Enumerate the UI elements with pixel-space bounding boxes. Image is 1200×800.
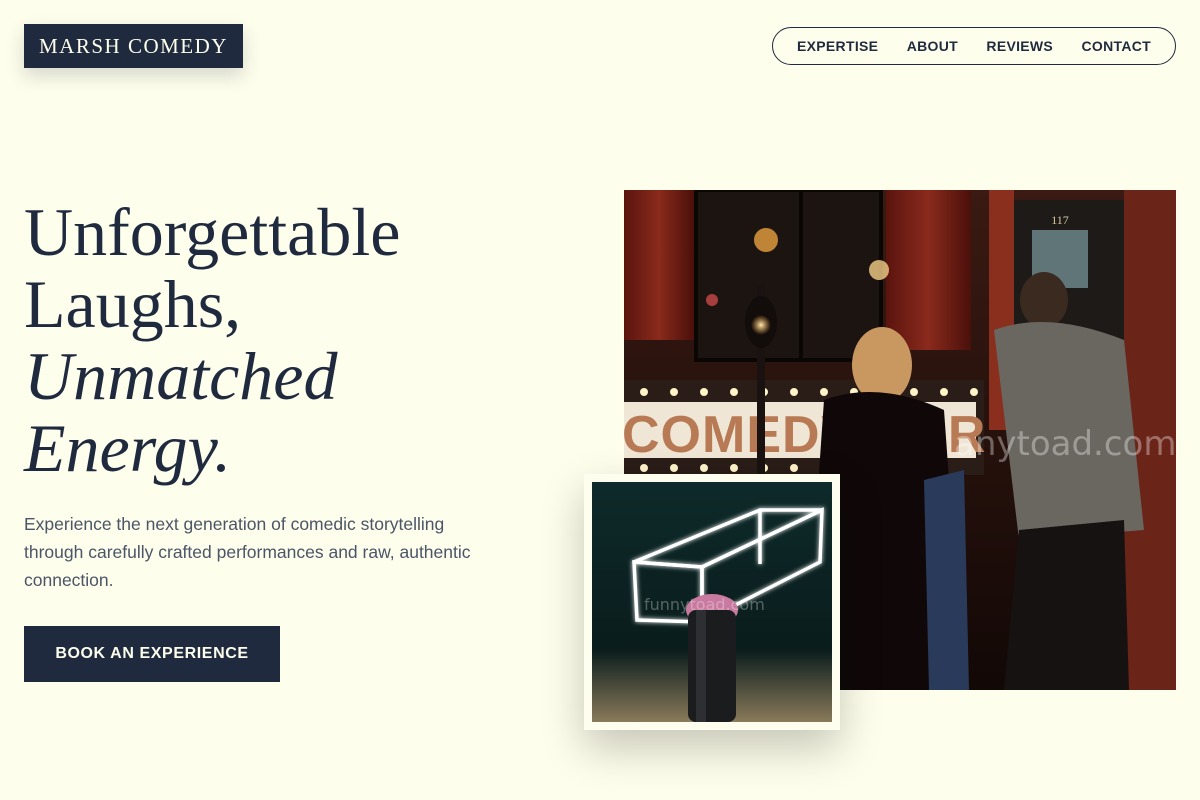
headline-line-4: Energy. (24, 410, 232, 486)
microphone-illustration: funnytoad.com (592, 482, 832, 722)
nav-item-about[interactable]: ABOUT (907, 38, 958, 54)
small-photo-watermark: funnytoad.com (644, 595, 765, 614)
headline-line-2: Laughs, (24, 266, 242, 342)
brand-logo[interactable]: MARSH COMEDY (24, 24, 243, 68)
headline-line-1: Unforgettable (24, 194, 401, 270)
microphone-photo: funnytoad.com (592, 482, 832, 722)
hero-subtext: Experience the next generation of comedi… (24, 514, 471, 590)
microphone-photo-frame: funnytoad.com (584, 474, 840, 730)
headline-line-3: Unmatched (24, 338, 338, 414)
main-nav: EXPERTISE ABOUT REVIEWS CONTACT (772, 27, 1176, 65)
main-photo-watermark: anytoad.com (954, 424, 1176, 464)
nav-item-contact[interactable]: CONTACT (1082, 38, 1152, 54)
brand-logo-text: MARSH COMEDY (39, 33, 228, 58)
hero-headline: Unforgettable Laughs, Unmatched Energy. (24, 196, 544, 484)
nav-item-reviews[interactable]: REVIEWS (986, 38, 1053, 54)
door-number: 117 (1051, 213, 1069, 227)
book-experience-button[interactable]: BOOK AN EXPERIENCE (24, 626, 280, 682)
landing-page: MARSH COMEDY EXPERTISE ABOUT REVIEWS CON… (0, 0, 1200, 800)
nav-item-expertise[interactable]: EXPERTISE (797, 38, 878, 54)
